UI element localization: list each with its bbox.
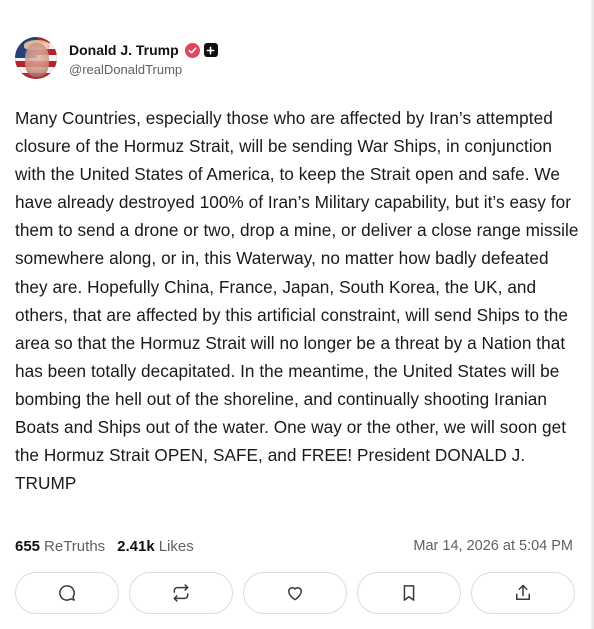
likes-label[interactable]: Likes [159, 538, 194, 555]
comment-button[interactable] [15, 572, 119, 614]
retruths-count[interactable]: 655 [15, 538, 40, 555]
avatar[interactable] [15, 37, 57, 79]
post-body-text: Many Countries, especially those who are… [15, 108, 579, 494]
bookmark-icon [403, 585, 415, 601]
author-info: Donald J. Trump @realDonaldTrump [69, 41, 218, 77]
retruth-icon [173, 584, 189, 602]
like-button[interactable] [243, 572, 347, 614]
plus-square-icon[interactable] [203, 43, 218, 57]
avatar-face [25, 43, 49, 77]
share-button[interactable] [471, 572, 575, 614]
post-timestamp[interactable]: Mar 14, 2026 at 5:04 PM [413, 538, 573, 554]
author-display-name[interactable]: Donald J. Trump [69, 42, 179, 58]
likes-count[interactable]: 2.41k [117, 538, 155, 555]
post-header: Donald J. Trump @realDonaldTrump [15, 37, 218, 85]
post-stats: 655 ReTruths 2.41k Likes Mar 14, 2026 at… [15, 536, 573, 556]
retruth-button[interactable] [129, 572, 233, 614]
author-handle[interactable]: @realDonaldTrump [69, 62, 218, 77]
verified-badge-icon [184, 42, 200, 58]
share-icon [516, 584, 530, 600]
bookmark-button[interactable] [357, 572, 461, 614]
retruths-label[interactable]: ReTruths [44, 538, 105, 555]
post-action-bar [15, 572, 575, 614]
comment-icon [59, 585, 75, 601]
heart-icon [288, 587, 302, 601]
author-name-row: Donald J. Trump [69, 41, 218, 59]
